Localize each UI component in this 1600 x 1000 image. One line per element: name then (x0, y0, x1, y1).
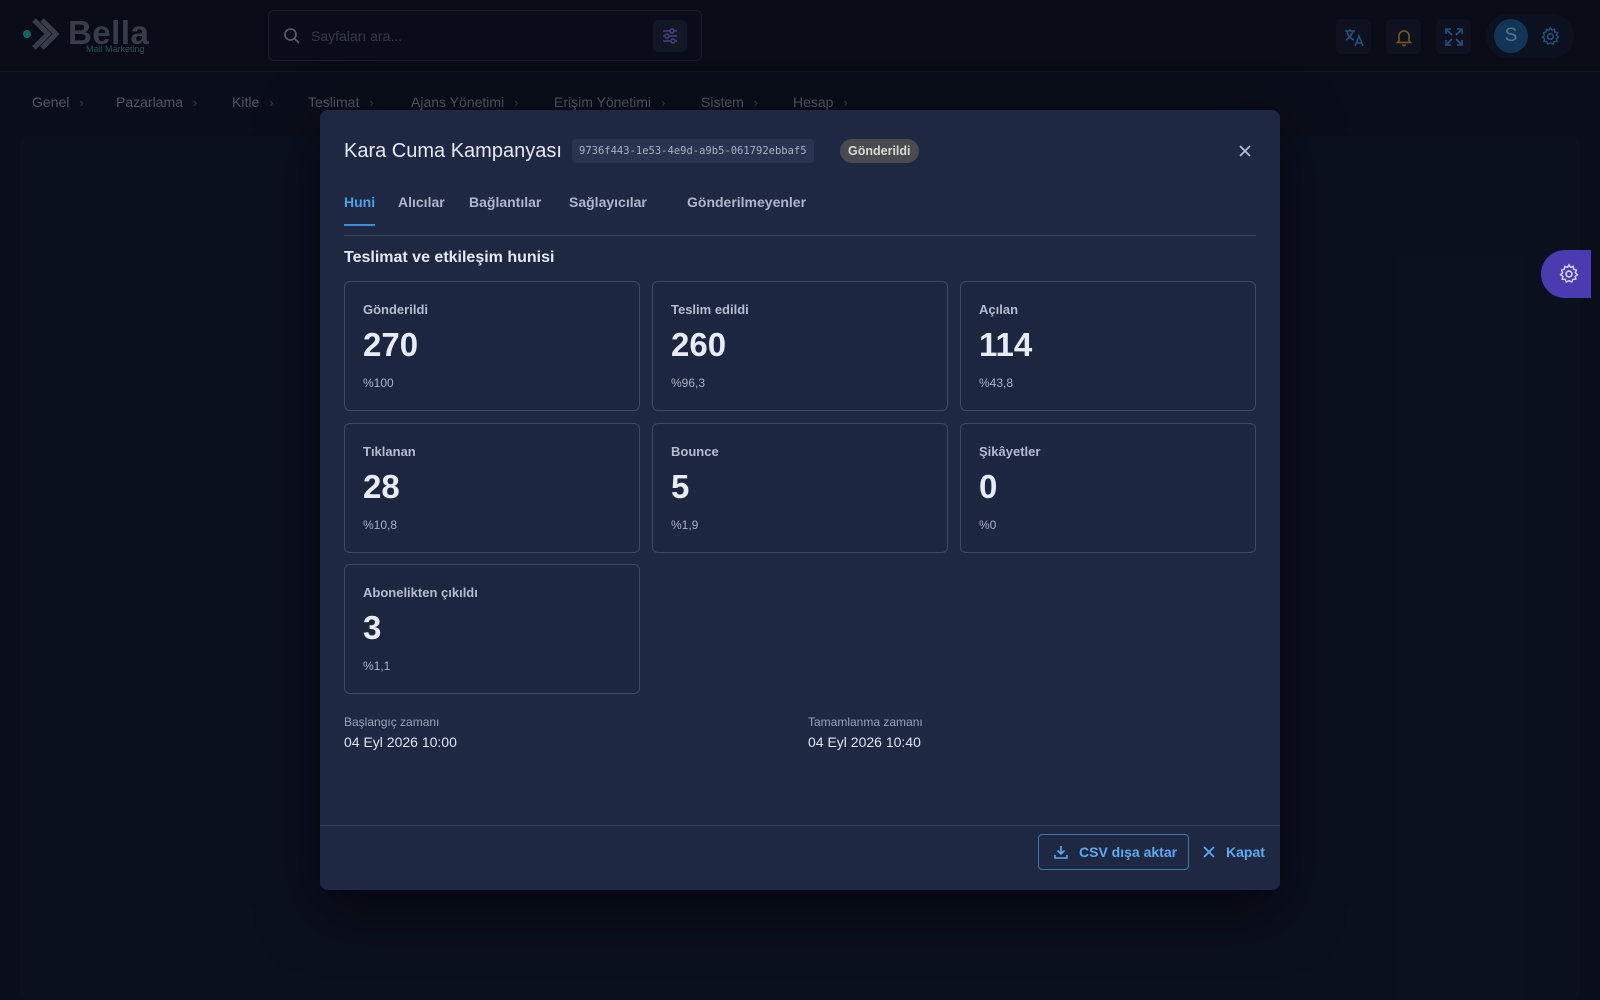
funnel-section-title: Teslimat ve etkileşim hunisi (344, 249, 555, 266)
campaign-detail-modal: Kara Cuma Kampanyası 9736f443-1e53-4e9d-… (320, 110, 1280, 890)
tab-alicilar[interactable]: Alıcılar (398, 194, 445, 224)
tab-huni[interactable]: Huni (344, 194, 376, 226)
close-button[interactable]: Kapat (1202, 834, 1265, 870)
metric-value: 270 (363, 326, 419, 363)
modal-footer-divider (320, 825, 1280, 826)
modal-tabs: Huni Alıcılar Bağlantılar Sağlayıcılar G… (344, 180, 1256, 236)
metric-card-delivered: Teslim edildi 260 %96,3 (652, 281, 948, 411)
metric-percent: %1,9 (671, 518, 699, 532)
metric-value: 260 (671, 326, 727, 363)
download-icon (1054, 846, 1068, 859)
metric-card-unsubscribed: Abonelikten çıkıldı 3 %1,1 (344, 564, 640, 694)
close-icon[interactable] (1236, 142, 1254, 160)
metric-label: Açılan (979, 302, 1019, 317)
metric-label: Şikâyetler (979, 444, 1041, 459)
tab-baglantilar[interactable]: Bağlantılar (469, 194, 541, 224)
metric-card-complaints: Şikâyetler 0 %0 (960, 423, 1256, 553)
start-time-label: Başlangıç zamanı (344, 715, 440, 729)
metric-label: Abonelikten çıkıldı (363, 585, 478, 600)
metric-label: Teslim edildi (671, 302, 749, 317)
metric-value: 0 (979, 468, 998, 505)
metric-value: 114 (979, 326, 1033, 363)
metric-label: Tıklanan (363, 444, 416, 459)
gear-icon (1559, 263, 1579, 283)
metric-value: 3 (363, 609, 382, 646)
status-badge: Gönderildi (840, 139, 919, 163)
metric-percent: %1,1 (363, 659, 391, 673)
metric-percent: %0 (979, 518, 997, 532)
close-label: Kapat (1226, 844, 1265, 860)
metric-percent: %100 (363, 376, 394, 390)
csv-export-label: CSV dışa aktar (1079, 844, 1178, 860)
metric-label: Gönderildi (363, 302, 428, 317)
tab-saglayicilar[interactable]: Sağlayıcılar (569, 194, 647, 224)
start-time-value: 04 Eyl 2026 10:00 (344, 734, 457, 750)
csv-export-button[interactable]: CSV dışa aktar (1038, 834, 1189, 870)
metric-card-opened: Açılan 114 %43,8 (960, 281, 1256, 411)
metric-percent: %10,8 (363, 518, 398, 532)
tab-gonderilmeyenler[interactable]: Gönderilmeyenler (687, 194, 806, 224)
metric-card-clicked: Tıklanan 28 %10,8 (344, 423, 640, 553)
metric-card-sent: Gönderildi 270 %100 (344, 281, 640, 411)
end-time-label: Tamamlanma zamanı (808, 715, 923, 729)
settings-fab[interactable] (1541, 250, 1591, 298)
metric-percent: %43,8 (979, 376, 1014, 390)
campaign-id-chip: 9736f443-1e53-4e9d-a9b5-061792ebbaf5 (572, 139, 814, 163)
metric-label: Bounce (671, 444, 719, 459)
metric-value: 28 (363, 468, 400, 505)
close-icon (1203, 846, 1215, 858)
metric-card-bounce: Bounce 5 %1,9 (652, 423, 948, 553)
end-time-value: 04 Eyl 2026 10:40 (808, 734, 921, 750)
metric-value: 5 (671, 468, 690, 505)
modal-title: Kara Cuma Kampanyası (344, 140, 562, 162)
metric-percent: %96,3 (671, 376, 706, 390)
